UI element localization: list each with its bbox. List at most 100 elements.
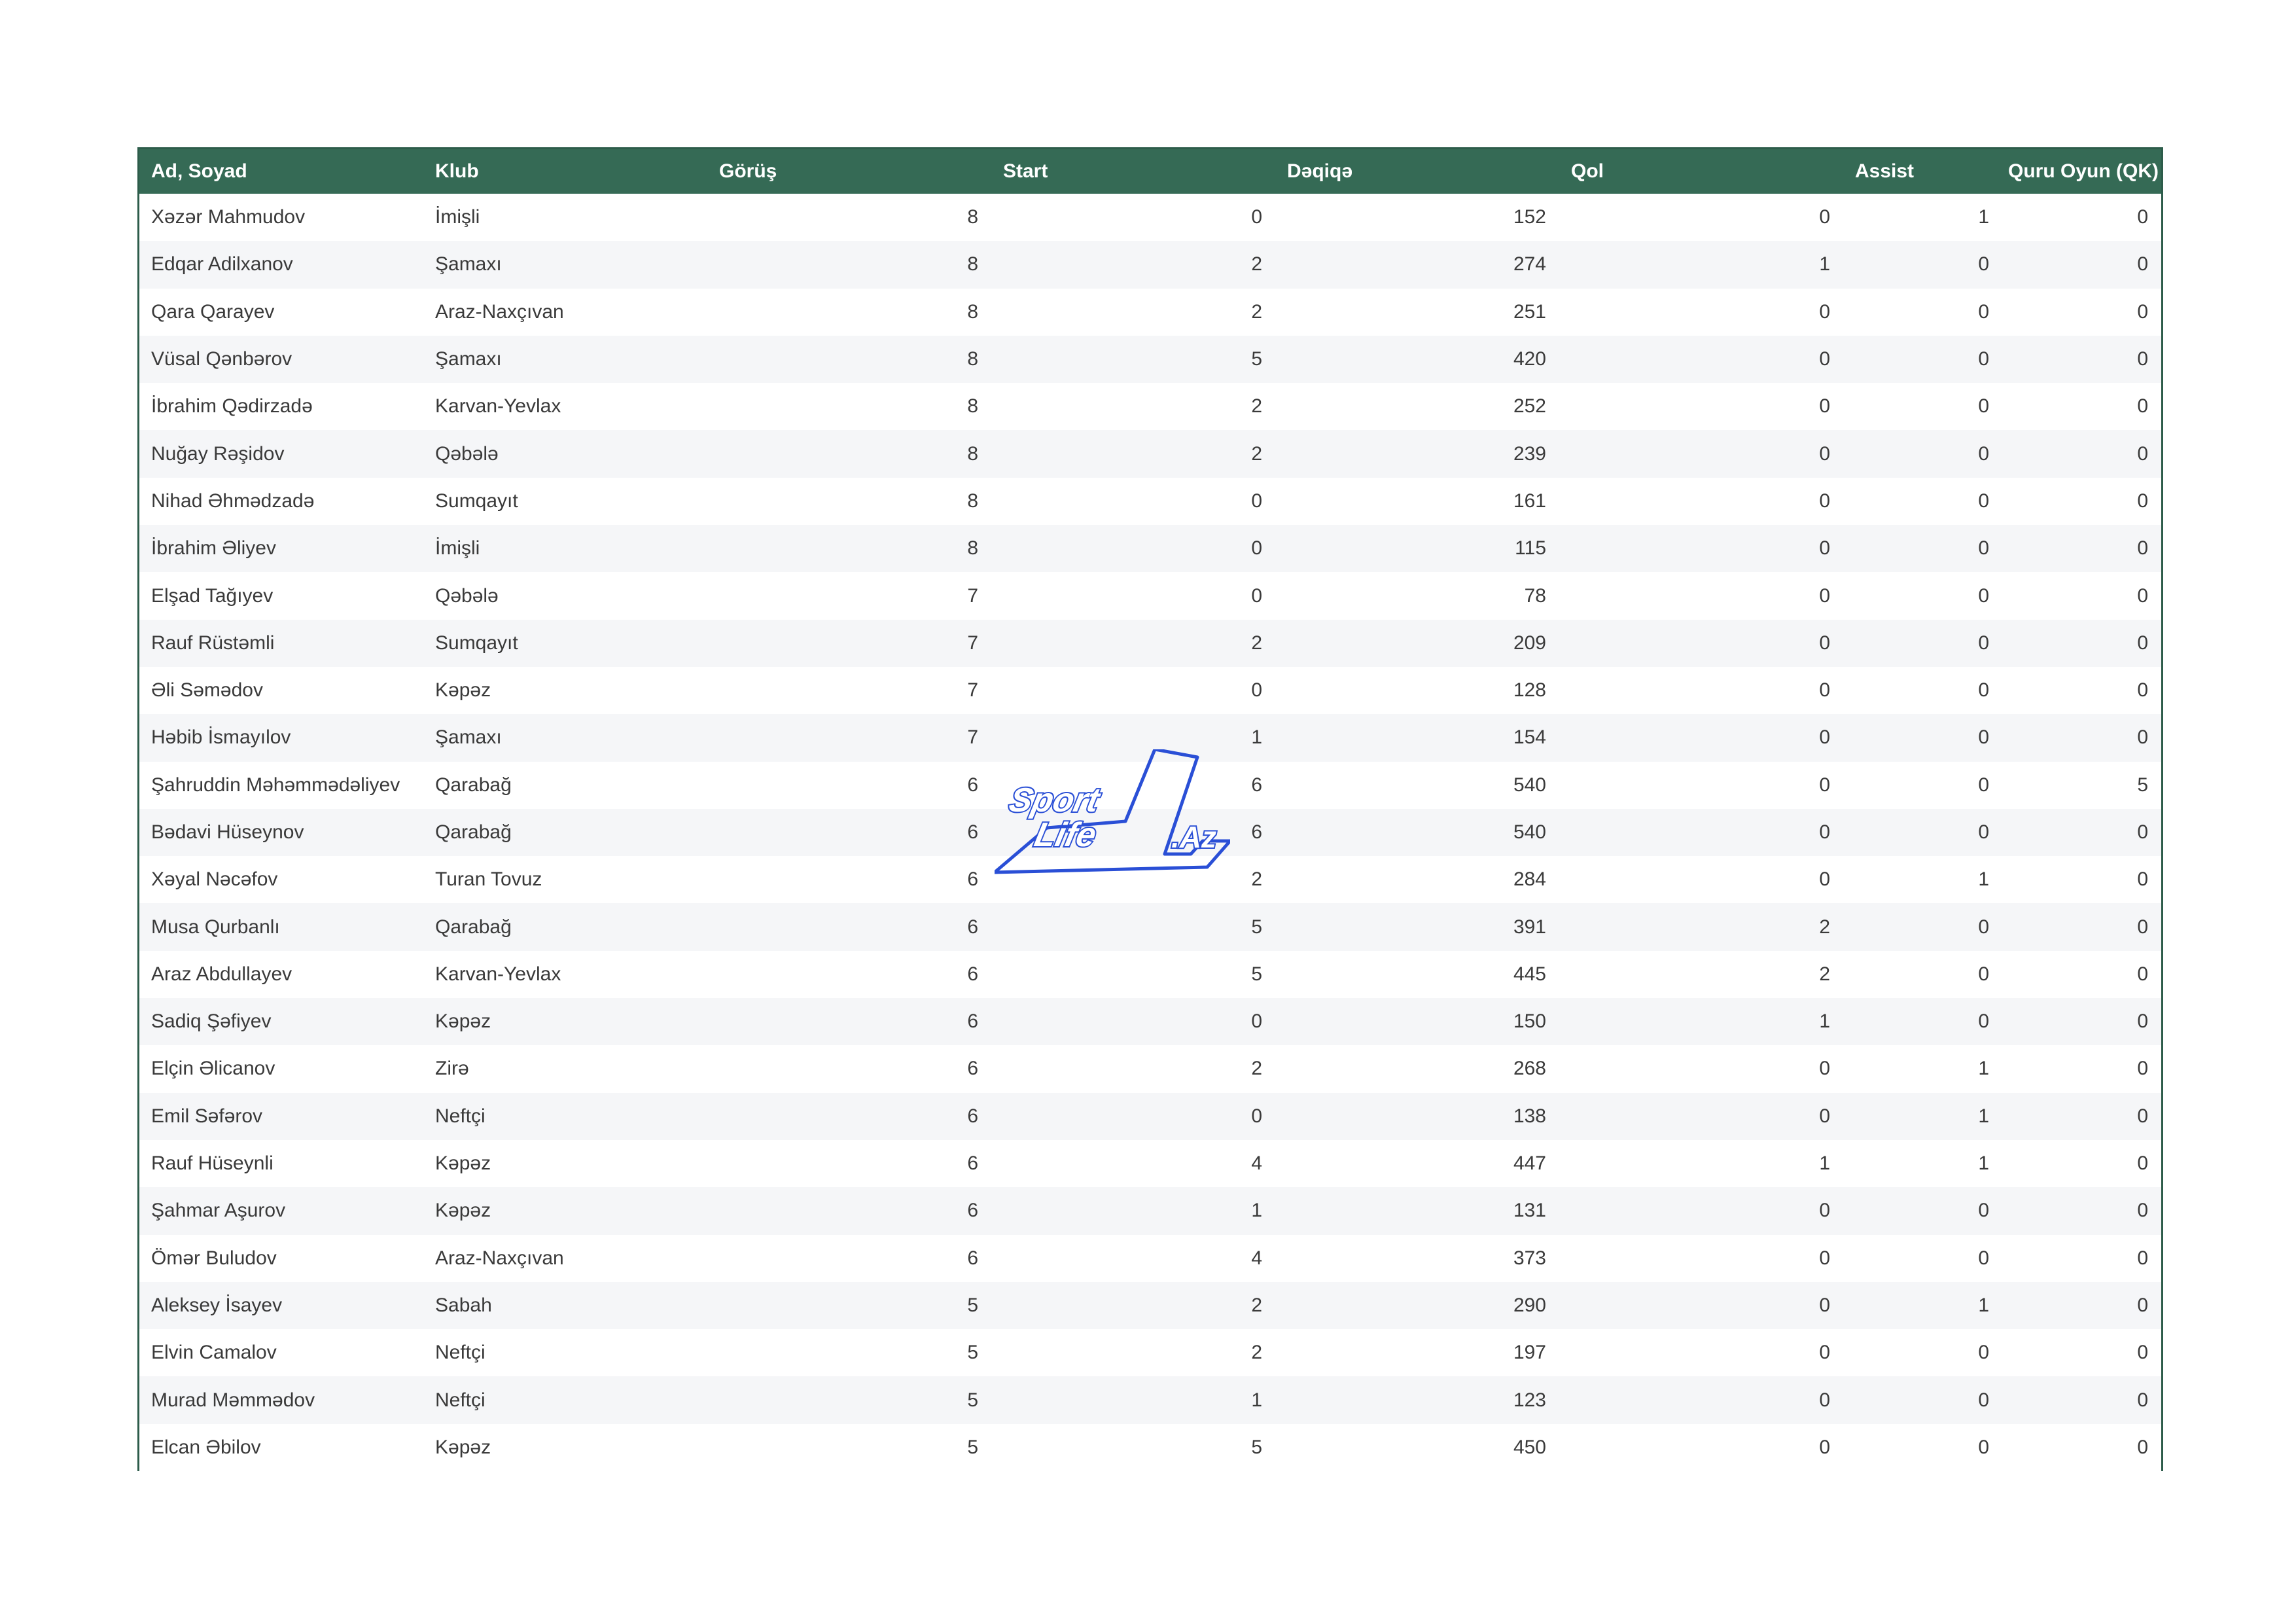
cell-minutes: 154 — [1513, 726, 1546, 749]
cell-goals: 0 — [1819, 206, 1830, 228]
cell-assists: 0 — [1978, 348, 1989, 370]
table-row: İbrahim Əliyev İmişli 8 0 115 0 0 0 — [139, 525, 2161, 573]
table-row: Vüsal Qənbərov Şamaxı 8 5 420 0 0 0 — [139, 335, 2161, 383]
cell-name: İbrahim Qədirzadə — [151, 395, 313, 418]
cell-starts: 2 — [1251, 395, 1262, 418]
cell-clean-sheets: 0 — [2137, 821, 2148, 843]
cell-club: İmişli — [435, 206, 480, 228]
page: Ad, Soyad Klub Görüş Start Dəqiqə Qol As… — [0, 0, 2296, 1623]
cell-starts: 2 — [1251, 1342, 1262, 1364]
cell-appearances: 6 — [967, 1058, 978, 1080]
cell-appearances: 5 — [967, 1294, 978, 1316]
cell-appearances: 6 — [967, 1105, 978, 1127]
cell-appearances: 7 — [967, 679, 978, 702]
cell-club: Kəpəz — [435, 1152, 491, 1175]
cell-minutes: 268 — [1513, 1058, 1546, 1080]
cell-goals: 0 — [1819, 584, 1830, 607]
cell-minutes: 252 — [1513, 395, 1546, 418]
cell-clean-sheets: 0 — [2137, 1010, 2148, 1033]
cell-club: Kəpəz — [435, 1200, 491, 1222]
cell-club: Kəpəz — [435, 1010, 491, 1033]
cell-clean-sheets: 0 — [2137, 1058, 2148, 1080]
cell-name: Emil Səfərov — [151, 1105, 263, 1127]
cell-appearances: 7 — [967, 726, 978, 749]
cell-starts: 5 — [1251, 916, 1262, 938]
cell-assists: 0 — [1978, 1200, 1989, 1222]
table-row: İbrahim Qədirzadə Karvan-Yevlax 8 2 252 0 0 0 — [139, 383, 2161, 430]
cell-assists: 0 — [1978, 1342, 1989, 1364]
cell-starts: 2 — [1251, 253, 1262, 276]
cell-goals: 1 — [1819, 1010, 1830, 1033]
table-row: Elçin Əlicanov Zirə 6 2 268 0 1 0 — [139, 1045, 2161, 1092]
cell-goals: 0 — [1819, 1200, 1830, 1222]
cell-appearances: 8 — [967, 253, 978, 276]
cell-assists: 0 — [1978, 1436, 1989, 1458]
cell-assists: 0 — [1978, 584, 1989, 607]
cell-appearances: 6 — [967, 821, 978, 843]
cell-club: Şamaxı — [435, 726, 502, 749]
cell-assists: 0 — [1978, 726, 1989, 749]
cell-goals: 0 — [1819, 774, 1830, 796]
cell-assists: 1 — [1978, 206, 1989, 228]
cell-clean-sheets: 0 — [2137, 490, 2148, 512]
cell-minutes: 391 — [1513, 916, 1546, 938]
cell-appearances: 8 — [967, 206, 978, 228]
cell-starts: 4 — [1251, 1247, 1262, 1269]
logo-text-suffix: .Az — [1171, 820, 1216, 854]
header-starts[interactable]: Start — [991, 149, 1275, 194]
cell-assists: 0 — [1978, 1389, 1989, 1411]
cell-minutes: 78 — [1524, 584, 1546, 607]
cell-club: Zirə — [435, 1058, 469, 1080]
cell-name: Sadiq Şəfiyev — [151, 1010, 272, 1033]
table-row: Rauf Hüseynli Kəpəz 6 4 447 1 1 0 — [139, 1140, 2161, 1187]
cell-assists: 0 — [1978, 632, 1989, 654]
cell-assists: 0 — [1978, 916, 1989, 938]
cell-starts: 2 — [1251, 632, 1262, 654]
cell-goals: 0 — [1819, 1105, 1830, 1127]
cell-club: Kəpəz — [435, 679, 491, 702]
cell-clean-sheets: 0 — [2137, 348, 2148, 370]
cell-goals: 0 — [1819, 1389, 1830, 1411]
cell-starts: 0 — [1251, 537, 1262, 560]
cell-minutes: 251 — [1513, 300, 1546, 323]
cell-appearances: 6 — [967, 1010, 978, 1033]
cell-goals: 0 — [1819, 821, 1830, 843]
cell-starts: 1 — [1251, 1389, 1262, 1411]
table-row: Aleksey İsayev Sabah 5 2 290 0 1 0 — [139, 1281, 2161, 1330]
cell-minutes: 123 — [1513, 1389, 1546, 1411]
header-name[interactable]: Ad, Soyad — [139, 149, 423, 194]
header-minutes[interactable]: Dəqiqə — [1275, 149, 1559, 194]
cell-starts: 0 — [1251, 584, 1262, 607]
cell-minutes: 239 — [1513, 442, 1546, 465]
cell-clean-sheets: 0 — [2137, 1105, 2148, 1127]
cell-name: Əli Səmədov — [151, 679, 263, 702]
cell-appearances: 8 — [967, 300, 978, 323]
cell-goals: 0 — [1819, 1342, 1830, 1364]
cell-assists: 0 — [1978, 963, 1989, 985]
cell-name: İbrahim Əliyev — [151, 537, 276, 560]
header-goals[interactable]: Qol — [1559, 149, 1843, 194]
cell-starts: 2 — [1251, 300, 1262, 323]
cell-appearances: 6 — [967, 774, 978, 796]
cell-goals: 0 — [1819, 537, 1830, 560]
cell-goals: 0 — [1819, 395, 1830, 418]
header-clean-sheets[interactable]: Quru Oyun (QK) — [2002, 149, 2161, 194]
header-club[interactable]: Klub — [423, 149, 707, 194]
cell-clean-sheets: 0 — [2137, 1152, 2148, 1175]
cell-starts: 5 — [1251, 348, 1262, 370]
cell-starts: 4 — [1251, 1152, 1262, 1175]
table-row: Ömər Buludov Araz-Naxçıvan 6 4 373 0 0 0 — [139, 1235, 2161, 1282]
cell-appearances: 8 — [967, 442, 978, 465]
cell-club: Neftçi — [435, 1389, 486, 1411]
cell-assists: 0 — [1978, 253, 1989, 276]
cell-name: Rauf Hüseynli — [151, 1152, 274, 1175]
cell-assists: 0 — [1978, 300, 1989, 323]
header-appearances[interactable]: Görüş — [707, 149, 991, 194]
cell-starts: 1 — [1251, 1200, 1262, 1222]
cell-club: Sabah — [435, 1294, 492, 1316]
cell-appearances: 7 — [967, 584, 978, 607]
header-assists[interactable]: Assist — [1843, 149, 2002, 194]
cell-appearances: 6 — [967, 868, 978, 891]
cell-goals: 2 — [1819, 963, 1830, 985]
table-row: Araz Abdullayev Karvan-Yevlax 6 5 445 2 0 0 — [139, 951, 2161, 998]
